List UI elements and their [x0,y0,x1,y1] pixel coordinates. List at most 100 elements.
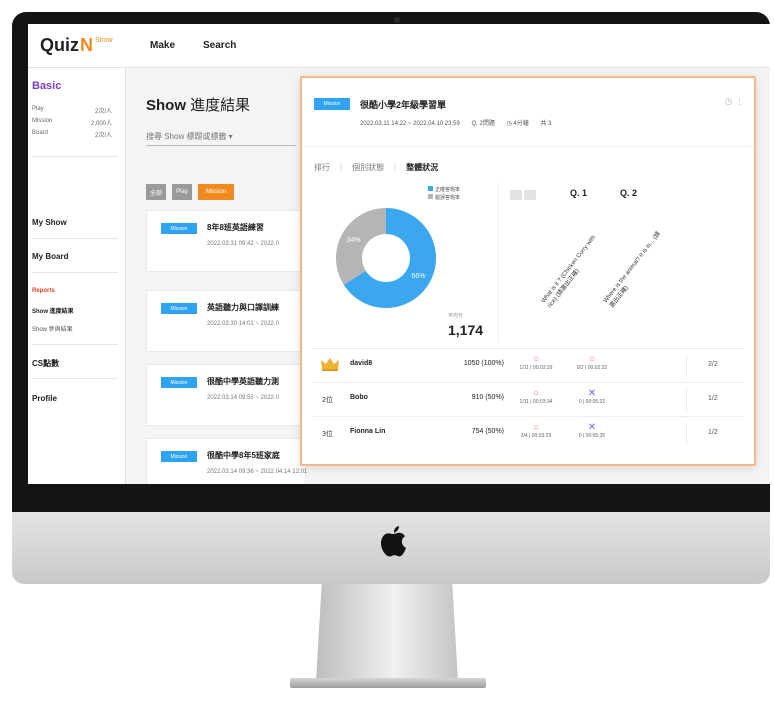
app-logo[interactable]: Quiz N Show [40,35,150,56]
camera-icon [394,17,400,23]
question-header-q1: Q. 1 [570,188,588,198]
tab-ranking[interactable]: 排行 [314,162,330,173]
card-title: 8年8班英語練習 [207,223,264,232]
report-meta: 2022.03.11 14:22 ~ 2022.04.10 23:59 Q. 2… [360,118,561,127]
report-duration: ◷ 4分鐘 [506,121,529,127]
player-name: Bobo [350,394,368,401]
page-title: Show 進度結果 [146,94,250,115]
ranking-row[interactable]: david8 1050 (100%) ○ 1/11 | 00:03:29 ○ 9… [312,348,744,382]
q2-result: ✕ 0 | 00:05:32 [566,388,618,405]
plan-row-board: Board 2次/人 [32,130,112,139]
mission-tag: Mission [161,451,197,462]
top-nav-bar: Quiz N Show Make Search [28,24,770,68]
legend-label: 正確答題率 [435,187,461,193]
logo-text: Quiz [40,35,79,55]
report-tabs: 排行 | 個別狀態 | 整體狀況 [314,162,448,173]
q1-result: ○ 1/11 | 00:03:34 [510,388,562,405]
tab-separator: | [394,162,397,171]
donut-slice [336,208,386,285]
correct-icon: ○ [588,354,596,365]
player-name: Fionna Lin [350,428,386,435]
tab-separator: | [340,162,343,171]
player-score: 1050 (100%) [463,360,504,367]
plan-row-label: Board [32,130,49,136]
sidebar-item-profile[interactable]: Profile [32,394,57,403]
player-name: david8 [350,360,373,367]
row-divider [686,355,687,377]
report-question-count: Q. 2問題 [471,121,495,127]
monitor-stand [316,584,458,682]
plan-row-label: Play [32,106,44,112]
nav-make[interactable]: Make [150,40,175,51]
q1-result: ○ 2/4 | 00:03:29 [510,422,562,439]
report-panel: Mission 很酷小學2年級學習單 2022.03.11 14:22 ~ 20… [300,76,756,466]
question-text-q1: What is it ? (Chicken Curry with rice) (… [540,234,598,310]
total-correct: 2/2 [708,361,718,368]
report-menu-icon[interactable]: ◷ ⋮ [725,96,744,107]
sidebar-divider [32,156,118,157]
filter-all-button[interactable]: 全部 [146,184,166,200]
rank-number: 2位 [322,397,333,404]
crown-icon [321,358,339,371]
plan-row-value: 2次/人 [94,133,112,139]
card-date: 2022.03.14 09:36 ~ 2022.04.14 12:01 [207,469,308,475]
answer-time: 9/2 | 00:02:32 [576,365,608,371]
list-item[interactable]: Mission 8年8班英語練習 2022.03.31 09:42 ~ 2022… [146,210,306,272]
ranking-row[interactable]: 2位 Bobo 910 (50%) ○ 1/11 | 00:03:34 ✕ 0 … [312,382,744,416]
sidebar-item-reports[interactable]: Reports [32,288,55,294]
filter-play-button[interactable]: Play [172,184,192,200]
page-title-zh: 進度結果 [190,97,251,114]
tab-individual[interactable]: 個別狀態 [352,162,384,173]
tab-overall[interactable]: 整體狀況 [406,162,438,173]
card-date: 2022.03.31 09:42 ~ 2022.0 [207,241,279,247]
correct-icon: ○ [532,388,540,399]
wrong-icon: ✕ [587,422,597,433]
correct-icon: ○ [532,422,540,433]
monitor-stand-base [290,678,486,688]
filter-mission-button[interactable]: Mission [198,184,234,200]
donut-slice-label: 34% [347,237,361,244]
average-score-value: 1,174 [448,322,484,338]
sidebar: Basic Play 2次/人 Mission 2,000人 Board 2次/… [28,68,126,484]
row-divider [686,389,687,411]
plan-row-mission: Mission 2,000人 [32,118,112,127]
sidebar-divider [32,378,118,379]
sidebar-item-my-show[interactable]: My Show [32,218,67,227]
q1-result: ○ 1/11 | 00:03:29 [510,354,562,371]
sidebar-item-show-progress[interactable]: Show 進度結果 [32,306,74,315]
rank-number: 3位 [322,431,333,438]
screen: Quiz N Show Make Search Basic Play 2次/人 … [28,24,770,484]
answer-time: 2/4 | 00:03:29 [520,433,552,439]
sidebar-item-show-participation[interactable]: Show 參與結果 [32,324,73,333]
list-item[interactable]: Mission 很酷中學8年5班家庭 2022.03.14 09:36 ~ 20… [146,438,308,484]
mission-tag: Mission [314,98,350,110]
prev-question-button[interactable] [510,190,522,200]
legend-swatch [428,186,433,191]
plan-row-value: 2,000人 [90,121,112,127]
row-divider [686,423,687,445]
nav-search[interactable]: Search [203,40,236,51]
list-item[interactable]: Mission 英語聽力與口譯訓練 2022.03.30 14:01 ~ 202… [146,290,306,352]
plan-row-label: Mission [32,118,53,124]
report-date-range: 2022.03.11 14:22 ~ 2022.04.10 23:59 [360,121,460,127]
next-question-button[interactable] [524,190,536,200]
legend-item: 正確答題率 [428,186,460,194]
mission-tag: Mission [161,303,197,314]
total-correct: 1/2 [708,395,718,402]
list-item[interactable]: Mission 很酷中學英語聽力測 2022.03.14 09:55 ~ 202… [146,364,306,426]
question-text-q2: Where is the animal? It is in... (請選出正確) [602,230,662,310]
total-correct: 1/2 [708,429,718,436]
plan-row-value: 2次/人 [94,109,112,115]
q2-result: ✕ 0 | 00:05:35 [566,422,618,439]
card-title: 很酷中學英語聽力測 [207,377,279,386]
player-score: 754 (50%) [471,428,504,435]
logo-mark: N [80,35,93,55]
report-divider [302,146,754,147]
search-input[interactable] [146,128,296,146]
card-title: 很酷中學8年5班家庭 [207,451,280,460]
card-date: 2022.03.30 14:01 ~ 2022.0 [207,321,279,327]
sidebar-item-my-board[interactable]: My Board [32,252,68,261]
sidebar-item-points[interactable]: CS點數 [32,358,59,369]
report-participants: 共 3 [540,121,552,127]
ranking-row[interactable]: 3位 Fionna Lin 754 (50%) ○ 2/4 | 00:03:29… [312,416,744,450]
